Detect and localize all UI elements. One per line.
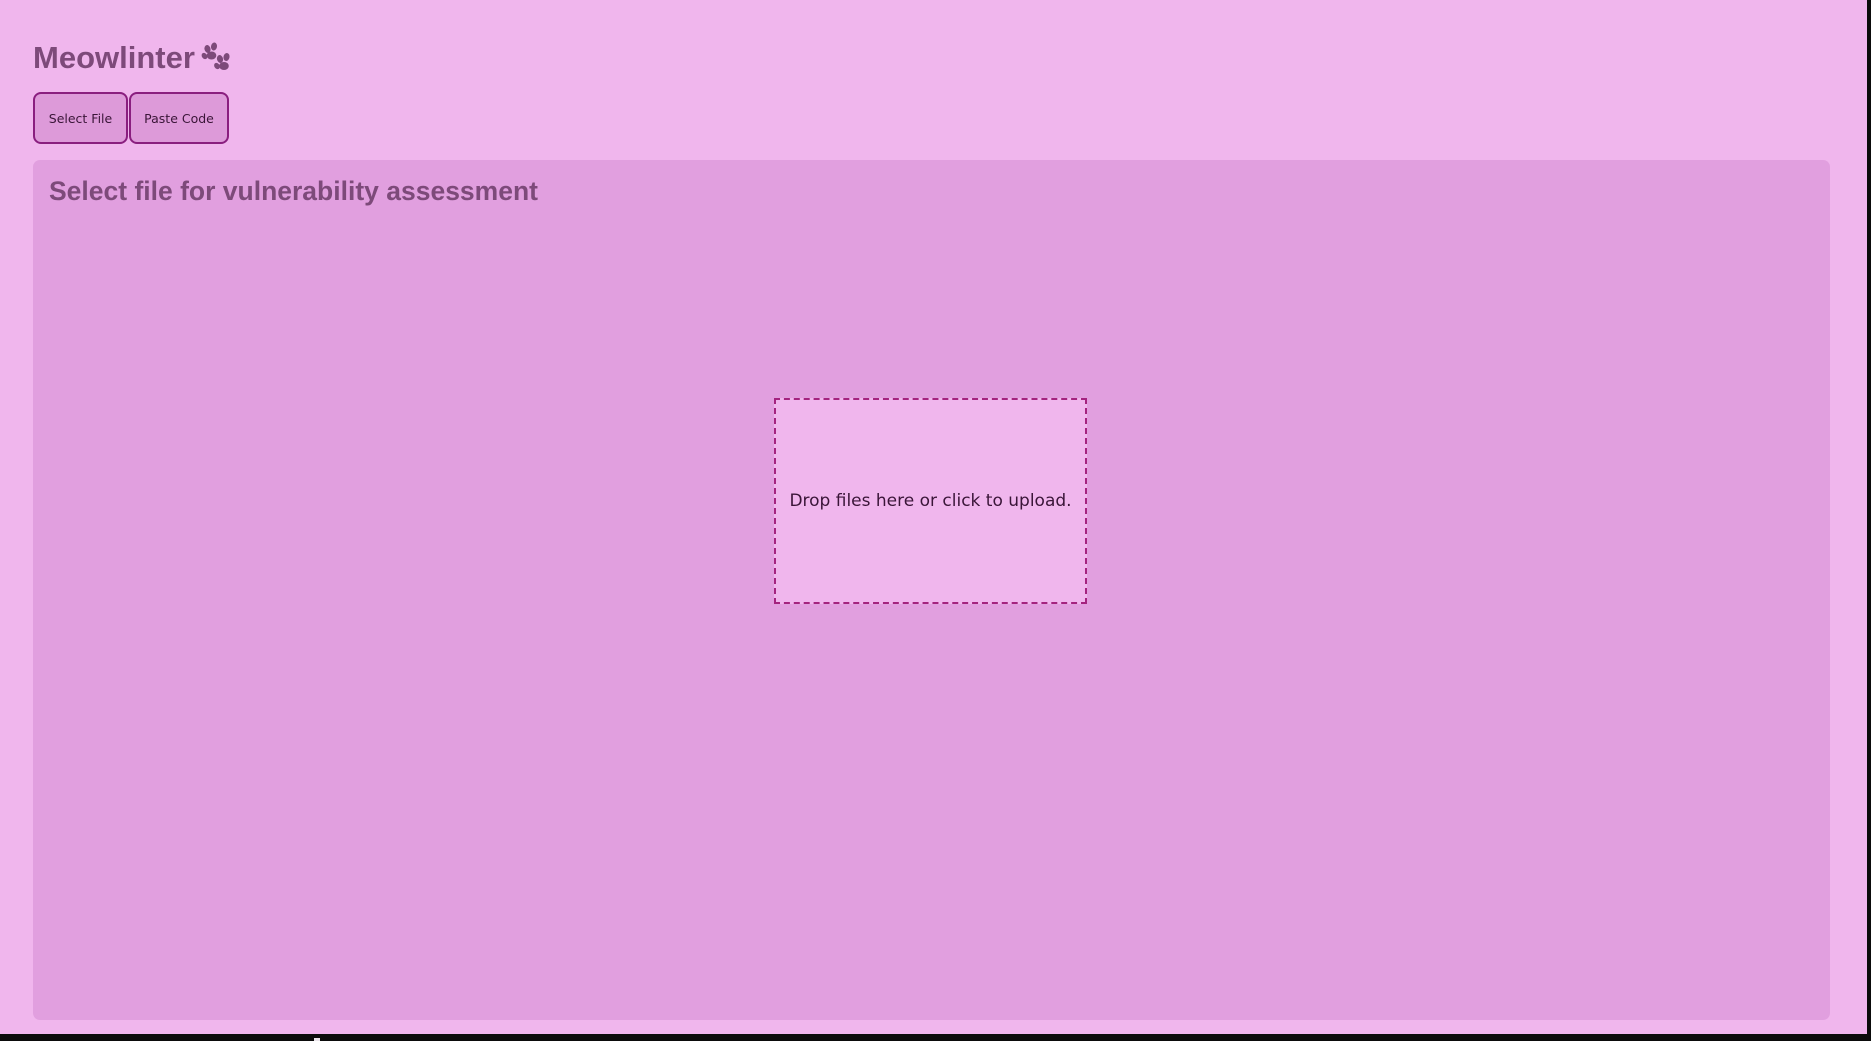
app-title: Meowlinter [33,40,195,75]
panel-title: Select file for vulnerability assessment [49,176,538,206]
app-window: Meowlinter Select File Paste Code Select… [0,0,1867,1034]
paste-code-button[interactable]: Paste Code [129,92,229,144]
file-dropzone[interactable]: Drop files here or click to upload. [774,398,1087,604]
select-file-button[interactable]: Select File [33,92,128,144]
assessment-panel: Select file for vulnerability assessment… [33,160,1830,1020]
dropzone-label: Drop files here or click to upload. [789,491,1072,511]
tab-bar: Select File Paste Code [33,92,229,144]
paw-icon [199,41,233,75]
app-header: Meowlinter [33,38,233,78]
